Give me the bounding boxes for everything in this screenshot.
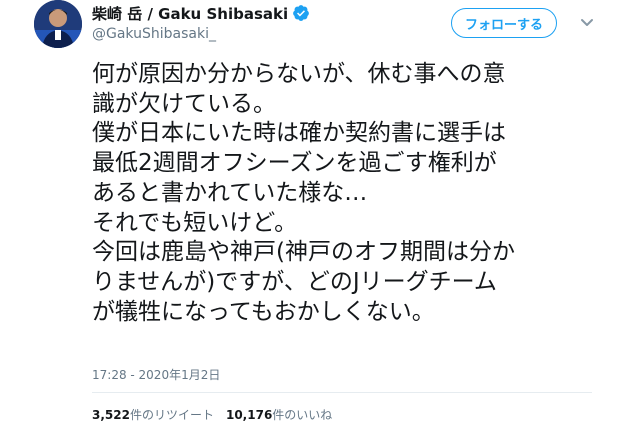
user-handle[interactable]: @GakuShibasaki_ [92, 26, 216, 42]
like-stat[interactable]: 10,176件のいいね [226, 406, 332, 423]
tweet-stats: 3,522件のリツイート 10,176件のいいね [92, 406, 332, 423]
person-avatar-icon [34, 0, 82, 48]
tweet-timestamp[interactable]: 17:28 - 2020年1月2日 [92, 366, 220, 383]
display-name-row[interactable]: 柴崎 岳 / Gaku Shibasaki [92, 2, 310, 24]
avatar[interactable] [34, 0, 82, 48]
like-count: 10,176 [225, 408, 273, 422]
follow-button[interactable]: フォローする [451, 8, 557, 38]
retweet-count: 3,522 [92, 408, 130, 422]
tweet-text: 何が原因か分からないが、休む事への意 識が欠けている。 僕が日本にいた時は確か契… [92, 61, 515, 325]
like-label: 件のいいね [272, 408, 333, 422]
display-name[interactable]: 柴崎 岳 / Gaku Shibasaki [92, 3, 288, 24]
verified-badge-icon [292, 4, 310, 22]
divider [92, 392, 592, 393]
chevron-down-icon[interactable] [580, 14, 594, 26]
retweet-stat[interactable]: 3,522件のリツイート [92, 406, 214, 423]
retweet-label: 件のリツイート [129, 408, 214, 422]
